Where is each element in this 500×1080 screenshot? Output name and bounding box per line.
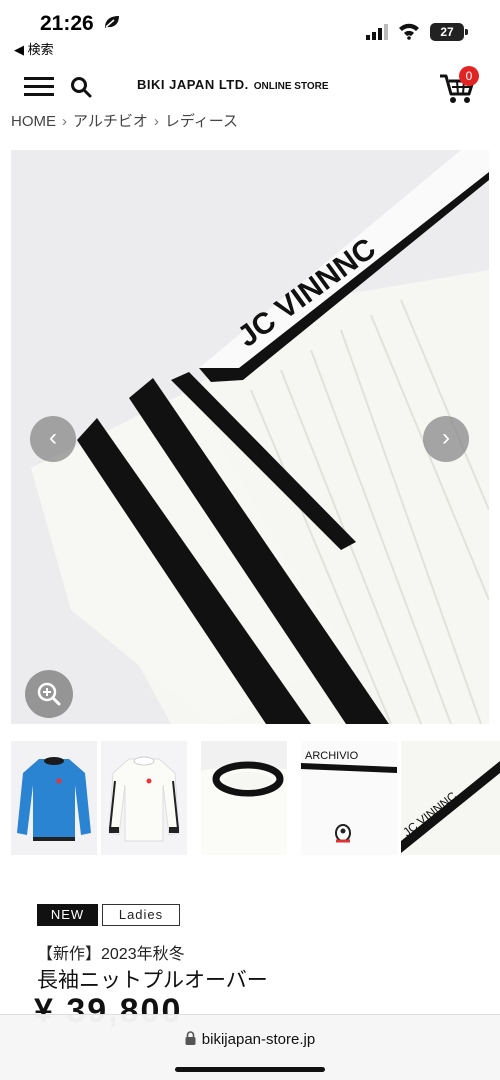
product-name: 長袖ニットプルオーバー bbox=[37, 969, 268, 992]
site-header: BIKI JAPAN LTD. ONLINE STORE bbox=[0, 60, 500, 112]
lock-icon bbox=[185, 1031, 196, 1045]
leaf-icon bbox=[105, 16, 119, 28]
clock: 21:26 bbox=[40, 12, 94, 35]
svg-text:ARCHIVIO: ARCHIVIO bbox=[305, 750, 359, 762]
back-to-search-link[interactable]: ◀ 検索 bbox=[14, 39, 54, 58]
breadcrumb-brand[interactable]: アルチビオ bbox=[73, 113, 148, 130]
home-indicator bbox=[175, 1067, 325, 1072]
sleeve-cuff-photo: JC VINNNC bbox=[11, 150, 489, 724]
breadcrumb-separator: › bbox=[153, 113, 159, 130]
url-field[interactable]: bikijapan-store.jp bbox=[0, 1031, 500, 1048]
thumbnail-sleeve-detail[interactable]: JC VINNNC bbox=[401, 741, 500, 855]
url-text: bikijapan-store.jp bbox=[201, 1031, 316, 1048]
hamburger-menu-icon[interactable] bbox=[24, 77, 54, 97]
wifi-icon bbox=[399, 23, 419, 40]
thumbnail-strip: ARCHIVIO JC VINNNC bbox=[11, 741, 500, 855]
search-icon[interactable] bbox=[70, 76, 92, 98]
thumbnail-white-pullover[interactable] bbox=[101, 741, 187, 855]
battery-icon: 27 bbox=[430, 23, 464, 41]
breadcrumb-home[interactable]: HOME bbox=[11, 113, 56, 130]
thumbnail-collar-detail[interactable] bbox=[201, 741, 287, 855]
new-badge: NEW bbox=[37, 904, 98, 926]
cart-count-badge: 0 bbox=[459, 66, 479, 86]
gallery-prev-button[interactable]: ‹ bbox=[30, 416, 76, 462]
status-bar: 21:26 ◀ 検索 27 bbox=[0, 0, 500, 58]
thumbnail-blue-pullover[interactable] bbox=[11, 741, 97, 855]
ladies-badge: Ladies bbox=[102, 904, 180, 926]
zoom-in-button[interactable] bbox=[25, 670, 73, 718]
breadcrumb: HOME › アルチビオ › レディース bbox=[11, 110, 238, 131]
breadcrumb-category[interactable]: レディース bbox=[165, 113, 238, 130]
gallery-next-button[interactable]: › bbox=[423, 416, 469, 462]
product-main-image[interactable]: JC VINNNC ‹ › bbox=[11, 150, 489, 724]
cellular-signal-icon bbox=[366, 24, 388, 40]
product-series: 【新作】2023年秋冬 bbox=[37, 946, 185, 963]
store-logo[interactable]: BIKI JAPAN LTD. ONLINE STORE bbox=[137, 77, 329, 92]
zoom-in-icon bbox=[37, 682, 61, 706]
product-tags: NEW Ladies bbox=[37, 904, 184, 926]
thumbnail-logo-detail[interactable]: ARCHIVIO bbox=[301, 741, 397, 855]
breadcrumb-separator: › bbox=[62, 113, 67, 130]
logo-sub-text: ONLINE STORE bbox=[253, 81, 329, 92]
logo-main-text: BIKI JAPAN LTD. bbox=[137, 77, 249, 92]
browser-url-bar[interactable]: bikijapan-store.jp bbox=[0, 1014, 500, 1080]
battery-nub bbox=[465, 29, 468, 35]
